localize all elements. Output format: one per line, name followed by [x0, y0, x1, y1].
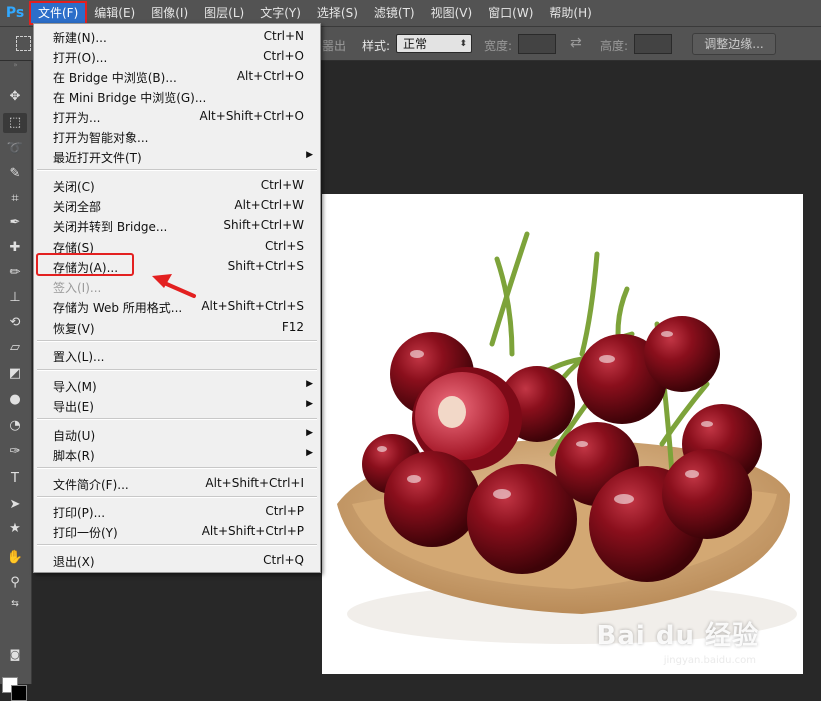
menu-separator: [37, 169, 317, 171]
menu-select[interactable]: 选择(S): [309, 2, 366, 24]
menu-open-as[interactable]: 打开为... Alt+Shift+Ctrl+O: [34, 107, 320, 126]
style-select[interactable]: 正常 ⬍: [396, 34, 472, 53]
panel-collapse-icon[interactable]: »: [0, 61, 31, 69]
tools-panel: » ✥ ⬚ ➰ ✎ ⌗ ✒ ✚ ✏ ⊥ ⟲ ▱ ◩ ● ◔ ✑ T ➤ ★ ✋ …: [0, 61, 32, 701]
menu-browse-mini-bridge[interactable]: 在 Mini Bridge 中浏览(G)...: [34, 87, 320, 106]
menu-filter[interactable]: 滤镜(T): [366, 2, 423, 24]
cherries-image: [322, 194, 803, 674]
hand-tool-icon[interactable]: ✋: [3, 548, 27, 568]
swap-icon[interactable]: ⇄: [570, 35, 582, 51]
menu-place[interactable]: 置入(L)...: [34, 346, 320, 365]
paint-bucket-tool-icon[interactable]: ◩: [3, 364, 27, 384]
quick-mask-icon[interactable]: ◙: [3, 645, 27, 665]
chevron-updown-icon: ⬍: [459, 39, 467, 49]
history-brush-tool-icon[interactable]: ⟲: [3, 313, 27, 333]
shape-tool-icon[interactable]: ★: [3, 519, 27, 539]
rect-marquee-tool-icon[interactable]: ⬚: [3, 113, 27, 133]
eyedropper-tool-icon[interactable]: ✒: [3, 213, 27, 233]
menu-separator: [37, 467, 317, 469]
menu-edit[interactable]: 编辑(E): [86, 2, 143, 24]
document-canvas[interactable]: Bai du 经验 jingyan.baidu.com: [322, 194, 803, 674]
menu-separator: [37, 496, 317, 498]
submenu-arrow-icon: ▶: [306, 399, 313, 409]
style-label: 样式:: [362, 39, 391, 53]
photoshop-logo: Ps: [5, 5, 25, 21]
quick-select-tool-icon[interactable]: ✎: [3, 164, 27, 184]
menu-separator: [37, 369, 317, 371]
menu-automate[interactable]: 自动(U) ▶: [34, 425, 320, 444]
width-field[interactable]: [518, 34, 556, 54]
menu-window[interactable]: 窗口(W): [480, 2, 541, 24]
menu-print-one-copy[interactable]: 打印一份(Y) Alt+Shift+Ctrl+P: [34, 522, 320, 541]
menu-close-go-bridge[interactable]: 关闭并转到 Bridge... Shift+Ctrl+W: [34, 216, 320, 235]
eraser-tool-icon[interactable]: ▱: [3, 338, 27, 358]
marquee-tool-preset-icon[interactable]: [16, 36, 31, 51]
red-arrow-icon: [152, 274, 196, 298]
lasso-tool-icon[interactable]: ➰: [3, 139, 27, 159]
move-tool-icon[interactable]: ✥: [3, 87, 27, 107]
pen-tool-icon[interactable]: ✑: [3, 442, 27, 462]
menu-view[interactable]: 视图(V): [423, 2, 481, 24]
menu-separator: [37, 340, 317, 342]
menu-scripts[interactable]: 脚本(R) ▶: [34, 445, 320, 464]
menu-file-info[interactable]: 文件简介(F)... Alt+Shift+Ctrl+I: [34, 474, 320, 493]
menu-recent-files[interactable]: 最近打开文件(T) ▶: [34, 147, 320, 166]
zoom-tool-icon[interactable]: ⚲: [3, 573, 27, 593]
style-value: 正常: [403, 37, 428, 51]
submenu-arrow-icon: ▶: [306, 150, 313, 160]
menu-close[interactable]: 关闭(C) Ctrl+W: [34, 176, 320, 195]
healing-brush-tool-icon[interactable]: ✚: [3, 238, 27, 258]
dodge-tool-icon[interactable]: ◔: [3, 416, 27, 436]
background-color-swatch[interactable]: [11, 685, 27, 701]
menu-open-smart-object[interactable]: 打开为智能对象...: [34, 127, 320, 146]
menu-separator: [37, 418, 317, 420]
menu-open[interactable]: 打开(O)... Ctrl+O: [34, 47, 320, 66]
menu-separator: [37, 544, 317, 546]
crop-tool-icon[interactable]: ⌗: [3, 189, 27, 209]
menu-help[interactable]: 帮助(H): [541, 2, 599, 24]
brush-tool-icon[interactable]: ✏: [3, 263, 27, 283]
swap-colors-icon[interactable]: ⇆: [3, 594, 27, 614]
save-as-annotation-box: [36, 253, 134, 276]
submenu-arrow-icon: ▶: [306, 379, 313, 389]
menu-export[interactable]: 导出(E) ▶: [34, 396, 320, 415]
menu-close-all[interactable]: 关闭全部 Alt+Ctrl+W: [34, 196, 320, 215]
menu-exit[interactable]: 退出(X) Ctrl+Q: [34, 551, 320, 570]
refine-edge-button[interactable]: 调整边缘...: [692, 33, 776, 55]
submenu-arrow-icon: ▶: [306, 448, 313, 458]
height-field[interactable]: [634, 34, 672, 54]
menu-image[interactable]: 图像(I): [143, 2, 196, 24]
blur-tool-icon[interactable]: ●: [3, 390, 27, 410]
stamp-tool-icon[interactable]: ⊥: [3, 288, 27, 308]
menu-revert[interactable]: 恢复(V) F12: [34, 318, 320, 337]
menu-layer[interactable]: 图层(L): [196, 2, 252, 24]
menu-file[interactable]: 文件(F): [28, 1, 88, 25]
menu-browse-bridge[interactable]: 在 Bridge 中浏览(B)... Alt+Ctrl+O: [34, 67, 320, 86]
type-tool-icon[interactable]: T: [3, 469, 27, 489]
path-select-tool-icon[interactable]: ➤: [3, 495, 27, 515]
width-label: 宽度:: [484, 39, 513, 53]
height-label: 高度:: [600, 39, 629, 53]
menu-import[interactable]: 导入(M) ▶: [34, 376, 320, 395]
watermark-url: jingyan.baidu.com: [663, 655, 756, 666]
menu-print[interactable]: 打印(P)... Ctrl+P: [34, 502, 320, 521]
baidu-watermark: Bai du 经验: [596, 621, 759, 651]
submenu-arrow-icon: ▶: [306, 428, 313, 438]
options-partial-label: 噐出: [322, 39, 347, 53]
menu-new[interactable]: 新建(N)... Ctrl+N: [34, 27, 320, 46]
menu-type[interactable]: 文字(Y): [252, 2, 309, 24]
